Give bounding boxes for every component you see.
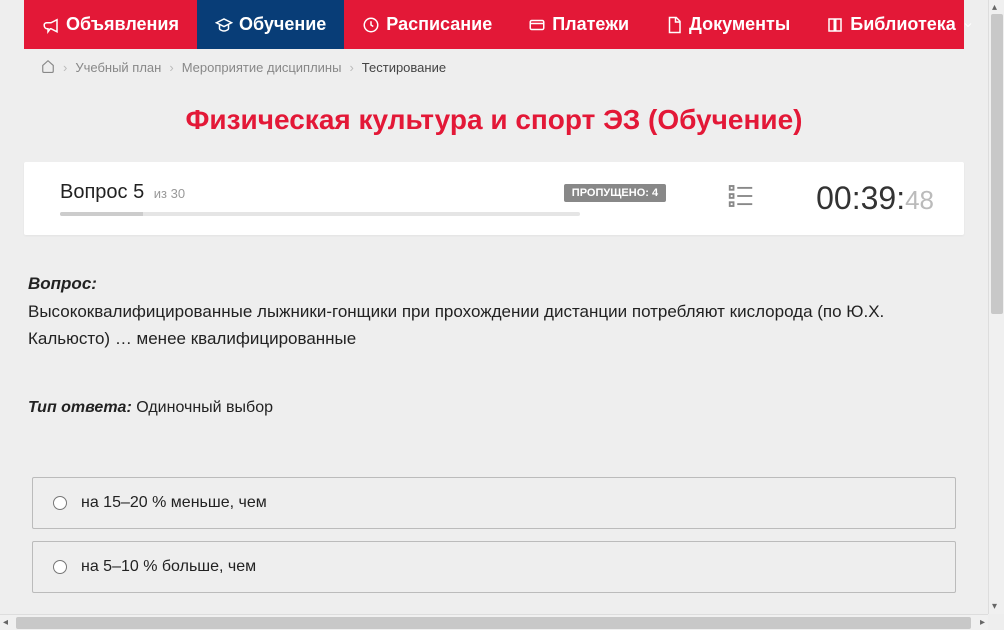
nav-label: Объявления [66,14,179,35]
question-text: Высококвалифицированные лыжники-гонщики … [28,299,960,352]
nav-documents[interactable]: Документы [647,0,808,49]
timer: 00:39:48 [816,180,934,217]
progress-section: Вопрос 5 из 30 ПРОПУЩЕНО: 4 [60,181,666,216]
vertical-scroll-thumb[interactable] [991,14,1003,314]
options-list: на 15–20 % меньше, чем на 5–10 % больше,… [32,477,956,593]
question-list-icon[interactable] [726,181,756,216]
breadcrumb-current: Тестирование [362,60,446,75]
page-title: Физическая культура и спорт ЭЗ (Обучение… [9,104,979,136]
status-card: Вопрос 5 из 30 ПРОПУЩЕНО: 4 [24,162,964,235]
breadcrumb-link[interactable]: Мероприятие дисциплины [182,60,342,75]
nav-announcements[interactable]: Объявления [24,0,197,49]
nav-payments[interactable]: Платежи [510,0,647,49]
chevron-right-icon: › [169,60,173,75]
answer-type: Тип ответа: Одиночный выбор [28,396,960,421]
vertical-scrollbar[interactable]: ▴ ▾ [988,0,1004,614]
breadcrumb-link[interactable]: Учебный план [75,60,161,75]
book-icon [826,16,844,34]
nav-education[interactable]: Обучение [197,0,344,49]
question-label: Вопрос: [28,271,960,297]
nav-label: Расписание [386,14,492,35]
option-label: на 5–10 % больше, чем [81,558,256,576]
graduation-cap-icon [215,16,233,34]
home-icon[interactable] [41,59,55,76]
nav-label: Обучение [239,14,326,35]
horizontal-scroll-thumb[interactable] [16,617,971,629]
option-radio[interactable] [53,496,67,510]
nav-schedule[interactable]: Расписание [344,0,510,49]
question-block: Вопрос: Высококвалифицированные лыжники-… [24,271,964,421]
nav-label: Документы [689,14,790,35]
chevron-down-icon [962,19,974,31]
chevron-right-icon: › [349,60,353,75]
file-icon [665,16,683,34]
scroll-right-arrow-icon[interactable]: ▸ [980,617,985,628]
scroll-down-arrow-icon[interactable]: ▾ [992,601,997,612]
horizontal-scrollbar[interactable]: ◂ ▸ [0,614,988,630]
option-item[interactable]: на 15–20 % меньше, чем [32,477,956,529]
skipped-badge: ПРОПУЩЕНО: 4 [564,184,666,202]
nav-label: Библиотека [850,14,956,35]
option-label: на 15–20 % меньше, чем [81,494,267,512]
scroll-up-arrow-icon[interactable]: ▴ [992,2,997,13]
chevron-right-icon: › [63,60,67,75]
progress-bar [60,212,580,216]
scroll-left-arrow-icon[interactable]: ◂ [3,617,8,628]
megaphone-icon [42,16,60,34]
nav-label: Платежи [552,14,629,35]
breadcrumb: › Учебный план › Мероприятие дисциплины … [9,49,979,86]
option-radio[interactable] [53,560,67,574]
question-number: Вопрос 5 из 30 [60,181,185,204]
credit-card-icon [528,16,546,34]
progress-fill [60,212,143,216]
option-item[interactable]: на 5–10 % больше, чем [32,541,956,593]
nav-library[interactable]: Библиотека [808,0,988,49]
main-nav: Объявления Обучение Расписание Платежи [24,0,964,49]
clock-icon [362,16,380,34]
